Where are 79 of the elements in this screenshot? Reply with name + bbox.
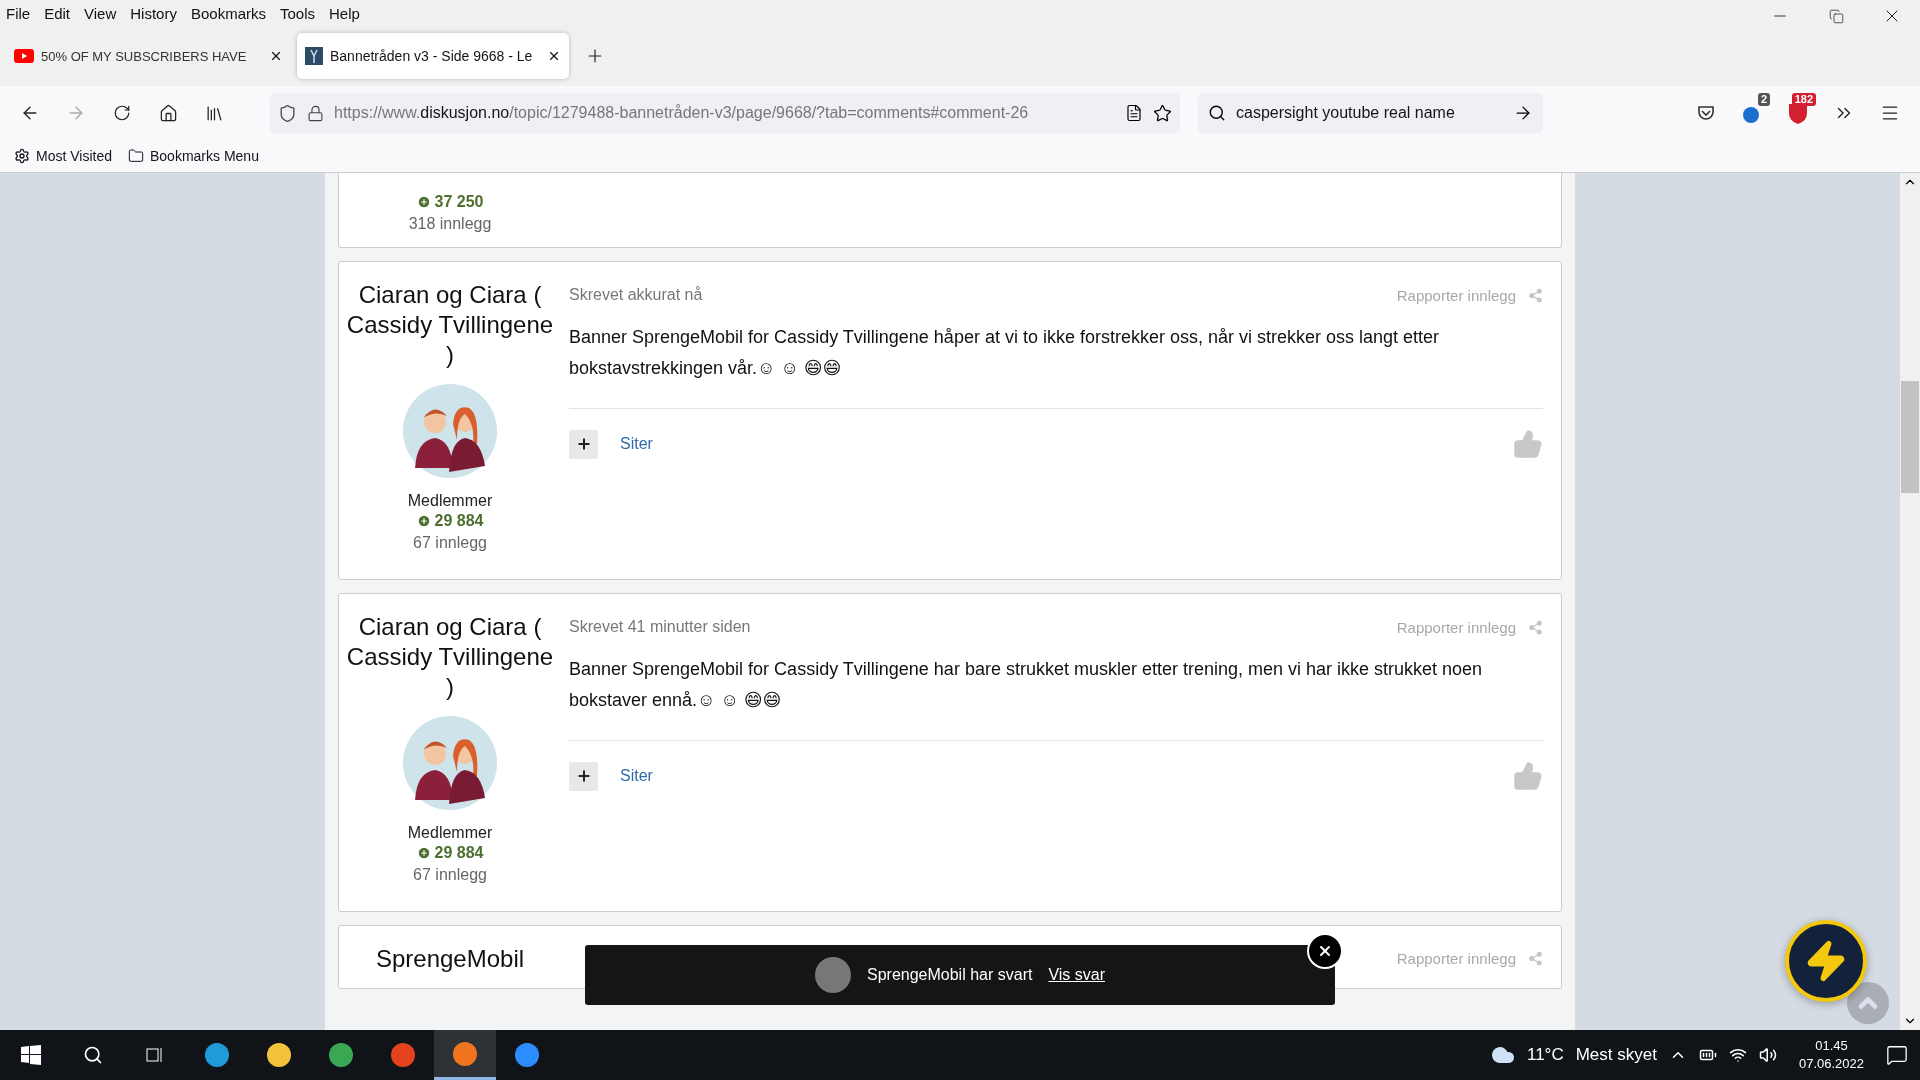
post-timestamp: Skrevet akkurat nå xyxy=(569,286,703,304)
post-count: 318 innlegg xyxy=(408,215,492,233)
menu-item[interactable]: History xyxy=(130,4,177,22)
avatar-placeholder xyxy=(815,957,851,993)
menu-item[interactable]: File xyxy=(6,4,31,22)
reputation-count: 37 250 xyxy=(434,193,484,211)
member-role: Medlemmer xyxy=(407,824,493,842)
search-icon xyxy=(1208,104,1226,122)
bookmark-item[interactable]: Most Visited xyxy=(14,148,112,164)
search-field[interactable]: caspersight youtube real name xyxy=(1198,93,1543,133)
menu-item[interactable]: Help xyxy=(329,4,360,22)
browser-app-icon[interactable] xyxy=(327,1041,355,1069)
shield-icon[interactable] xyxy=(278,103,297,123)
weather-text: Mest skyet xyxy=(1575,1045,1657,1065)
scrollbar-thumb[interactable] xyxy=(1901,380,1919,493)
reputation-count: 29 884 xyxy=(434,844,484,862)
taskbar-button[interactable] xyxy=(434,1030,496,1080)
quote-link[interactable]: Siter xyxy=(620,767,653,785)
lightning-button[interactable] xyxy=(1785,920,1867,1002)
browser-app-icon[interactable] xyxy=(203,1041,231,1069)
blocked-count-badge: 182 xyxy=(1791,93,1816,106)
member-role: Medlemmer xyxy=(407,492,493,510)
home-icon[interactable] xyxy=(158,103,178,123)
restore-icon[interactable] xyxy=(1828,8,1844,24)
wifi-icon[interactable] xyxy=(1728,1046,1747,1064)
multiquote-button[interactable] xyxy=(569,761,598,791)
lock-icon[interactable] xyxy=(307,104,324,122)
notification-text: SprengeMobil har svart xyxy=(867,966,1033,984)
menu-item[interactable]: View xyxy=(84,4,117,22)
notifications-icon[interactable] xyxy=(1886,1044,1908,1066)
menu-item[interactable]: Tools xyxy=(280,4,315,22)
clock-date[interactable]: 07.06.2022 xyxy=(1798,1055,1864,1073)
reputation-plus-icon xyxy=(416,846,431,860)
menu-item[interactable]: Edit xyxy=(44,4,71,22)
volume-icon[interactable] xyxy=(1758,1046,1777,1064)
close-icon xyxy=(1317,943,1333,959)
folder-app-icon[interactable] xyxy=(265,1041,293,1069)
close-tab-icon[interactable] xyxy=(547,49,561,63)
scroll-to-top-button[interactable] xyxy=(1847,982,1889,1024)
close-tab-icon[interactable] xyxy=(269,49,283,63)
author-name[interactable]: Ciaran og Ciara ( Cassidy Tvillingene ) xyxy=(345,612,555,702)
menu-item[interactable]: Bookmarks xyxy=(190,4,266,22)
plus-icon xyxy=(575,436,592,452)
bookmark-item[interactable]: Bookmarks Menu xyxy=(128,148,259,164)
play-logo-icon xyxy=(14,49,34,63)
address-bar[interactable]: https://www.diskusjon.no/topic/1279488-bannetråden-v3/page/9668/?tab=comments#comment-26 xyxy=(270,93,1180,133)
reader-view-icon[interactable] xyxy=(1125,104,1143,122)
post-count: 67 innlegg xyxy=(413,866,487,884)
pocket-icon[interactable] xyxy=(1696,103,1716,123)
task-view-icon[interactable] xyxy=(145,1045,165,1065)
post-text: Banner SprengeMobil for Cassidy Tvillingene håper at vi to ikke forstrekker oss, når vi strekker oss langt etter bokstavstrekkingen vår.☺ ☺ 😄😄 xyxy=(569,326,1441,380)
clock-time[interactable]: 01.45 xyxy=(1815,1037,1848,1055)
view-reply-link[interactable]: Vis svar xyxy=(1048,966,1105,984)
video-call-app-icon[interactable] xyxy=(513,1041,541,1069)
reload-icon[interactable] xyxy=(113,104,131,122)
quote-link[interactable]: Siter xyxy=(620,435,653,453)
post-timestamp: Skrevet 41 minutter siden xyxy=(569,618,751,636)
browser-app-icon xyxy=(451,1039,479,1068)
start-icon[interactable] xyxy=(21,1045,41,1065)
folder-icon xyxy=(128,148,144,164)
reputation-plus-icon xyxy=(416,514,431,528)
temperature-text: 11°C xyxy=(1526,1045,1564,1065)
post-text: Banner SprengeMobil for Cassidy Tvillingene har bare strukket muskler etter trening, men vi har ikke strukket noen bokstaver ennå.☺ ☺ 😄😄 xyxy=(569,658,1484,712)
post-count: 67 innlegg xyxy=(413,534,487,552)
reputation-plus-icon xyxy=(416,195,431,209)
search-icon[interactable] xyxy=(83,1045,103,1065)
browser-tab[interactable]: 50% OF MY SUBSCRIBERS HAVE xyxy=(6,33,291,79)
multiquote-button[interactable] xyxy=(569,429,598,459)
browser-tab[interactable]: Bannetråden v3 - Side 9668 - Le xyxy=(297,33,569,79)
shield-extension-icon[interactable] xyxy=(1787,101,1809,125)
extension-badge: 2 xyxy=(1757,93,1770,106)
plus-icon xyxy=(575,768,592,784)
author-name[interactable]: SprengeMobil xyxy=(345,944,555,974)
site-favicon-icon xyxy=(305,47,323,65)
reputation-count: 29 884 xyxy=(434,512,484,530)
bookmark-star-icon[interactable] xyxy=(1153,103,1172,123)
gear-icon xyxy=(14,148,30,164)
author-name[interactable]: Ciaran og Ciara ( Cassidy Tvillingene ) xyxy=(345,280,555,370)
office-app-icon[interactable] xyxy=(389,1041,417,1069)
